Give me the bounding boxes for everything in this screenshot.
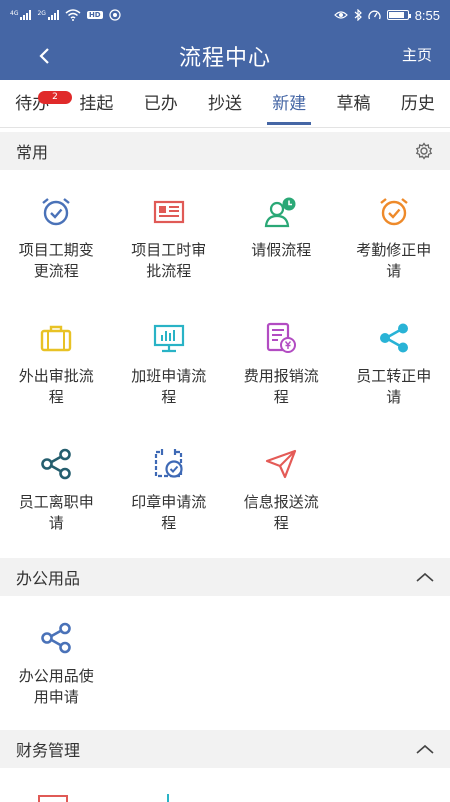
collapse-button[interactable]	[416, 744, 434, 754]
expense-document-icon	[263, 320, 299, 356]
document-icon	[38, 794, 68, 802]
process-item-overtime[interactable]: 加班申请流程	[113, 296, 226, 422]
eye-icon	[334, 10, 348, 20]
tab-label: 草稿	[337, 94, 371, 114]
alarm-clock-icon	[38, 194, 74, 230]
section-header-finance[interactable]: 财务管理	[0, 730, 450, 768]
active-tab-indicator	[267, 122, 311, 125]
process-item-leave[interactable]: 请假流程	[225, 170, 338, 296]
tab-drafts[interactable]: 草稿	[321, 80, 385, 127]
section-title: 办公用品	[16, 565, 80, 589]
tab-new[interactable]: 新建	[257, 80, 321, 127]
process-item-expense-reimbursement[interactable]: 费用报销流程	[225, 296, 338, 422]
item-label: 员工离职申请	[16, 492, 96, 534]
status-bar: 4G 2G HD 8:55	[0, 0, 450, 30]
share-icon	[38, 620, 74, 656]
process-item-employee-resignation[interactable]: 员工离职申请	[0, 422, 113, 548]
tab-done[interactable]: 已办	[129, 80, 193, 127]
sim2-tag: 2G	[37, 10, 45, 17]
office-supplies-grid: 办公用品使用申请	[0, 596, 450, 722]
page-title: 流程中心	[0, 40, 450, 72]
item-label: 请假流程	[241, 240, 321, 261]
home-button[interactable]: 主页	[402, 44, 432, 65]
section-header-common: 常用	[0, 132, 450, 170]
tab-label: 已办	[144, 94, 178, 114]
process-item-employee-regularization[interactable]: 员工转正申请	[338, 296, 450, 422]
chevron-up-icon	[416, 744, 434, 754]
item-label: 项目工期变更流程	[16, 240, 96, 282]
sim1-tag: 4G	[10, 10, 18, 17]
alarm-clock-icon	[376, 194, 412, 230]
share-icon	[38, 446, 74, 482]
signal-2-icon: 2G	[37, 10, 58, 20]
tab-label: 挂起	[79, 94, 113, 114]
signal-1-icon: 4G	[10, 10, 31, 20]
item-label: 外出审批流程	[16, 366, 96, 408]
briefcase-icon	[38, 320, 74, 356]
user-clock-icon	[263, 194, 299, 230]
collapse-button[interactable]	[416, 572, 434, 582]
speed-icon	[368, 9, 381, 21]
tab-bar: 待办 2 挂起 已办 抄送 新建 草稿 历史	[0, 80, 450, 128]
finance-grid-partial	[0, 768, 450, 800]
battery-icon	[387, 10, 409, 20]
process-item-seal-application[interactable]: 印章申请流程	[113, 422, 226, 548]
process-item-project-schedule-change[interactable]: 项目工期变更流程	[0, 170, 113, 296]
calendar-check-icon	[151, 446, 187, 482]
section-header-office-supplies[interactable]: 办公用品	[0, 558, 450, 596]
tab-suspended[interactable]: 挂起	[64, 80, 128, 127]
chevron-up-icon	[416, 572, 434, 582]
item-label: 加班申请流程	[129, 366, 209, 408]
nav-bar: 流程中心 主页	[0, 30, 450, 80]
status-left: 4G 2G HD	[10, 9, 121, 21]
item-label: 考勤修正申请	[354, 240, 434, 282]
tab-cc[interactable]: 抄送	[193, 80, 257, 127]
settings-button[interactable]	[414, 141, 434, 161]
tab-todo[interactable]: 待办 2	[0, 80, 64, 127]
item-label: 办公用品使用申请	[16, 666, 96, 708]
item-label: 印章申请流程	[129, 492, 209, 534]
shield-icon	[109, 9, 121, 21]
section-title: 常用	[16, 139, 48, 163]
presentation-chart-icon	[160, 794, 176, 802]
item-label: 费用报销流程	[241, 366, 321, 408]
section-title: 财务管理	[16, 737, 80, 761]
item-label: 员工转正申请	[354, 366, 434, 408]
tab-label: 抄送	[208, 94, 242, 114]
process-item-office-supplies-usage[interactable]: 办公用品使用申请	[0, 596, 113, 722]
newspaper-icon	[151, 194, 187, 230]
process-item-information-report[interactable]: 信息报送流程	[225, 422, 338, 548]
paper-plane-icon	[263, 446, 299, 482]
bluetooth-icon	[354, 9, 362, 21]
tab-history[interactable]: 历史	[386, 80, 450, 127]
common-grid: 项目工期变更流程 项目工时审批流程 请假流程	[0, 170, 450, 548]
item-label: 项目工时审批流程	[129, 240, 209, 282]
wifi-icon	[65, 9, 81, 21]
process-item-attendance-correction[interactable]: 考勤修正申请	[338, 170, 450, 296]
hd-badge: HD	[87, 11, 103, 19]
presentation-chart-icon	[151, 320, 187, 356]
share-icon	[376, 320, 412, 356]
clock: 8:55	[415, 8, 440, 23]
process-item-outing-approval[interactable]: 外出审批流程	[0, 296, 113, 422]
process-item-project-hours-approval[interactable]: 项目工时审批流程	[113, 170, 226, 296]
gear-icon	[414, 141, 434, 161]
tab-label: 历史	[401, 94, 435, 114]
tab-label: 新建	[272, 94, 306, 114]
status-right: 8:55	[334, 8, 440, 23]
item-label: 信息报送流程	[241, 492, 321, 534]
